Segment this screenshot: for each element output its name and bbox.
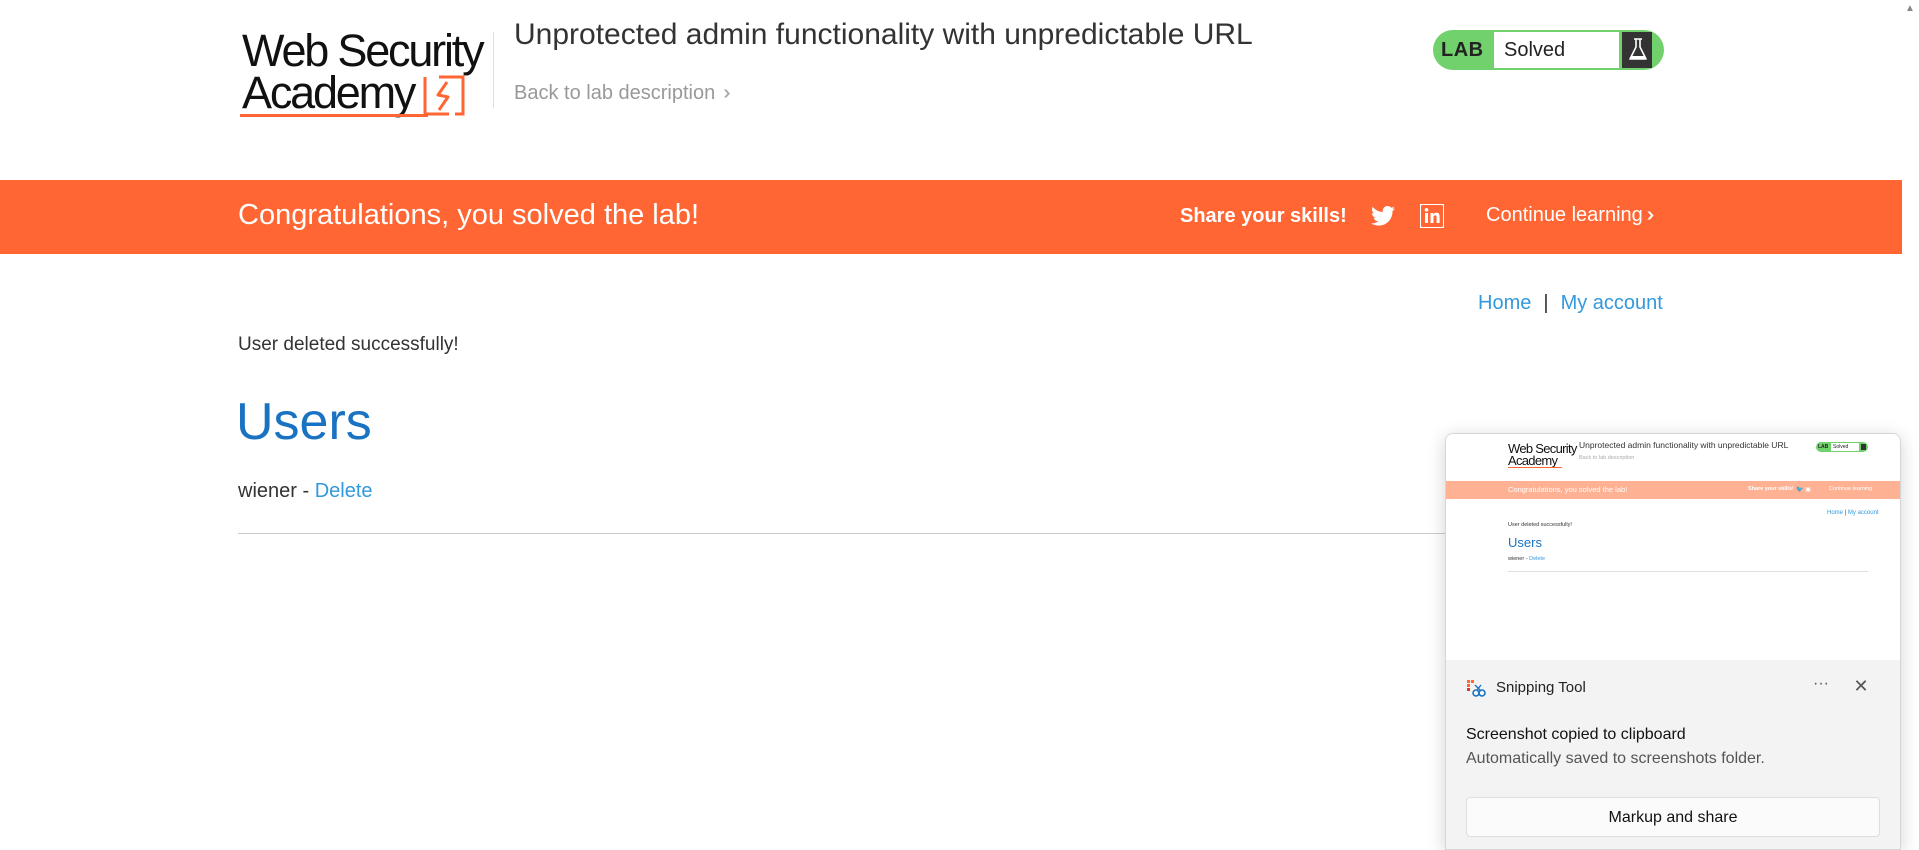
screenshot-preview[interactable]: Web Security Academy Unprotected admin f…: [1446, 434, 1900, 660]
lab-title: Unprotected admin functionality with unp…: [514, 18, 1253, 51]
preview-logo-line-2: Academy: [1508, 453, 1558, 468]
banner-message: Congratulations, you solved the lab!: [238, 199, 700, 231]
web-security-academy-logo[interactable]: Web Security Academy: [238, 26, 490, 122]
preview-divider: [1508, 571, 1868, 572]
preview-account-nav: Home | My account: [1827, 510, 1879, 516]
lightning-bracket-icon: [423, 75, 465, 116]
preview-home-link: Home: [1827, 510, 1844, 516]
preview-back-link: Back to lab description: [1579, 455, 1635, 461]
toast-subtext: Automatically saved to screenshots folde…: [1466, 750, 1765, 767]
my-account-link[interactable]: My account: [1561, 292, 1663, 314]
user-list-item: wiener - Delete: [238, 480, 373, 503]
preview-banner: Congratulations, you solved the lab! Sha…: [1446, 481, 1900, 499]
delete-user-link[interactable]: Delete: [315, 480, 373, 502]
double-chevron-right-icon: ››: [1646, 204, 1656, 226]
share-skills-label: Share your skills!: [1180, 205, 1347, 227]
preview-user-row: wiener - Delete: [1508, 556, 1545, 562]
preview-my-account-link: My account: [1847, 510, 1879, 516]
preview-lab-title: Unprotected admin functionality with unp…: [1579, 440, 1789, 450]
nav-separator: |: [1543, 292, 1549, 314]
preview-lab-tag: LAB: [1818, 444, 1829, 450]
preview-user-separator: -: [1525, 556, 1528, 562]
preview-banner-message: Congratulations, you solved the lab!: [1508, 485, 1628, 494]
preview-flask-icon: [1861, 444, 1866, 450]
account-nav: Home | My account: [1478, 292, 1663, 315]
preview-share-label: Share your skills!: [1748, 486, 1794, 492]
preview-delete-link: Delete: [1529, 556, 1546, 562]
preview-logo-underline: [1508, 467, 1562, 468]
lab-tag: LAB: [1441, 39, 1484, 61]
snipping-tool-icon: [1467, 680, 1486, 697]
back-to-lab-description-link[interactable]: Back to lab description ››: [514, 82, 733, 105]
preview-nav-separator: |: [1844, 510, 1847, 516]
page: ▲ Web Security Academy Unprotected admin…: [0, 0, 1919, 850]
preview-user-name: wiener: [1508, 556, 1525, 562]
back-link-label: Back to lab description: [514, 82, 716, 104]
preview-status-message: User deleted successfully!: [1508, 522, 1572, 528]
logo-line-2: Academy: [242, 67, 416, 118]
header-divider: [493, 32, 494, 108]
flask-icon: [1619, 32, 1657, 68]
preview-lab-status-badge: LAB Solved: [1816, 442, 1868, 452]
status-message: User deleted successfully!: [238, 334, 459, 355]
preview-page-title: Users: [1508, 535, 1542, 550]
continue-learning-link[interactable]: Continue learning ››: [1486, 204, 1656, 227]
toast-app-name: Snipping Tool: [1496, 679, 1586, 696]
header: Web Security Academy Unprotected admin f…: [0, 0, 1900, 180]
preview-continue-label: Continue learning: [1829, 486, 1873, 492]
home-link[interactable]: Home: [1478, 292, 1531, 314]
lab-status-text: Solved: [1494, 32, 1619, 68]
markup-and-share-button[interactable]: Markup and share: [1466, 797, 1880, 837]
logo-underline: [240, 114, 428, 117]
solved-banner: Congratulations, you solved the lab! Sha…: [0, 180, 1902, 254]
double-chevron-right-icon: ››: [723, 82, 732, 104]
continue-learning-label: Continue learning: [1486, 204, 1643, 226]
scroll-up-arrow-icon[interactable]: ▲: [1903, 2, 1917, 16]
scrollbar[interactable]: ▲: [1901, 0, 1919, 850]
more-options-icon[interactable]: ···: [1806, 674, 1836, 698]
close-icon[interactable]: ✕: [1846, 674, 1876, 698]
user-name: wiener: [238, 480, 297, 502]
page-title: Users: [236, 393, 372, 451]
linkedin-icon[interactable]: [1420, 204, 1444, 228]
snipping-tool-notification[interactable]: Web Security Academy Unprotected admin f…: [1445, 433, 1901, 850]
lab-status-badge: LAB Solved: [1433, 30, 1664, 70]
twitter-icon[interactable]: [1371, 205, 1395, 227]
user-separator: -: [302, 480, 310, 502]
preview-social-icons: 🐦 ▣: [1796, 487, 1811, 493]
toast-headline: Screenshot copied to clipboard: [1466, 726, 1686, 743]
preview-lab-status: Solved: [1831, 443, 1859, 451]
